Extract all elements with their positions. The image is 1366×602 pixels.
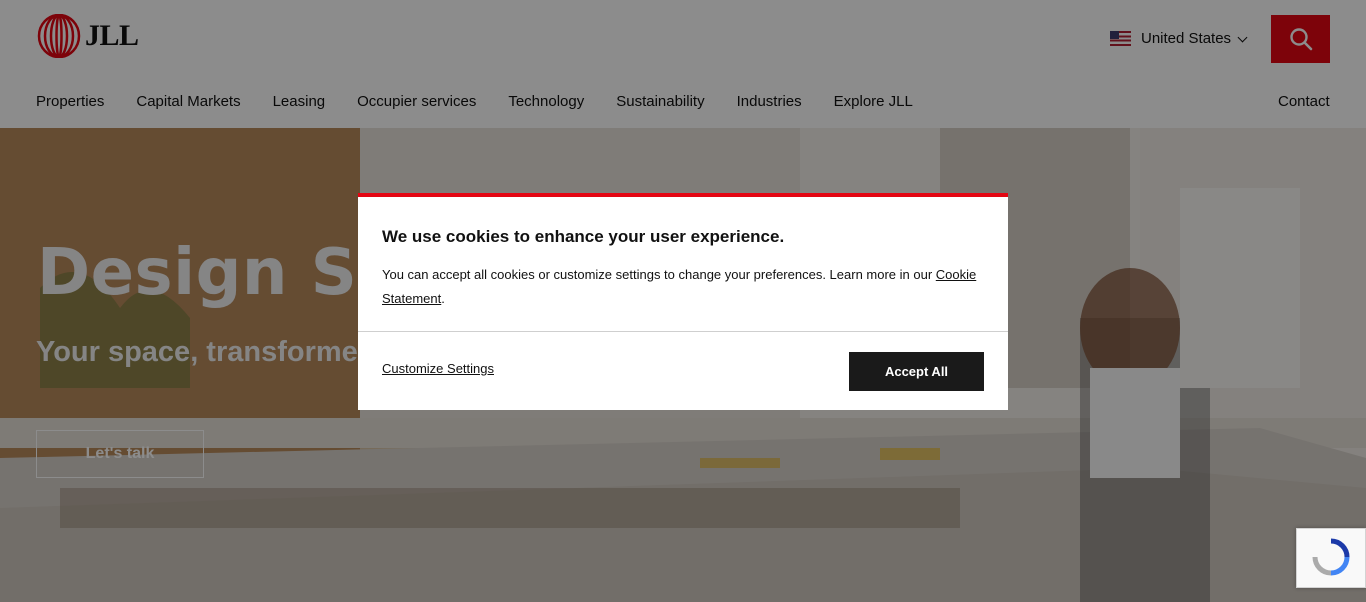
cookie-text-end: . xyxy=(441,291,445,306)
recaptcha-icon xyxy=(1312,538,1350,576)
customize-settings-button[interactable]: Customize Settings xyxy=(382,361,494,376)
cookie-dialog-title: We use cookies to enhance your user expe… xyxy=(382,227,785,246)
recaptcha-badge[interactable] xyxy=(1296,528,1366,588)
cookie-dialog-text: You can accept all cookies or customize … xyxy=(382,263,986,311)
dialog-divider xyxy=(358,331,1008,332)
accept-all-button[interactable]: Accept All xyxy=(849,352,984,391)
cookie-consent-dialog: We use cookies to enhance your user expe… xyxy=(358,193,1008,410)
cookie-text-part: You can accept all cookies or customize … xyxy=(382,267,936,282)
